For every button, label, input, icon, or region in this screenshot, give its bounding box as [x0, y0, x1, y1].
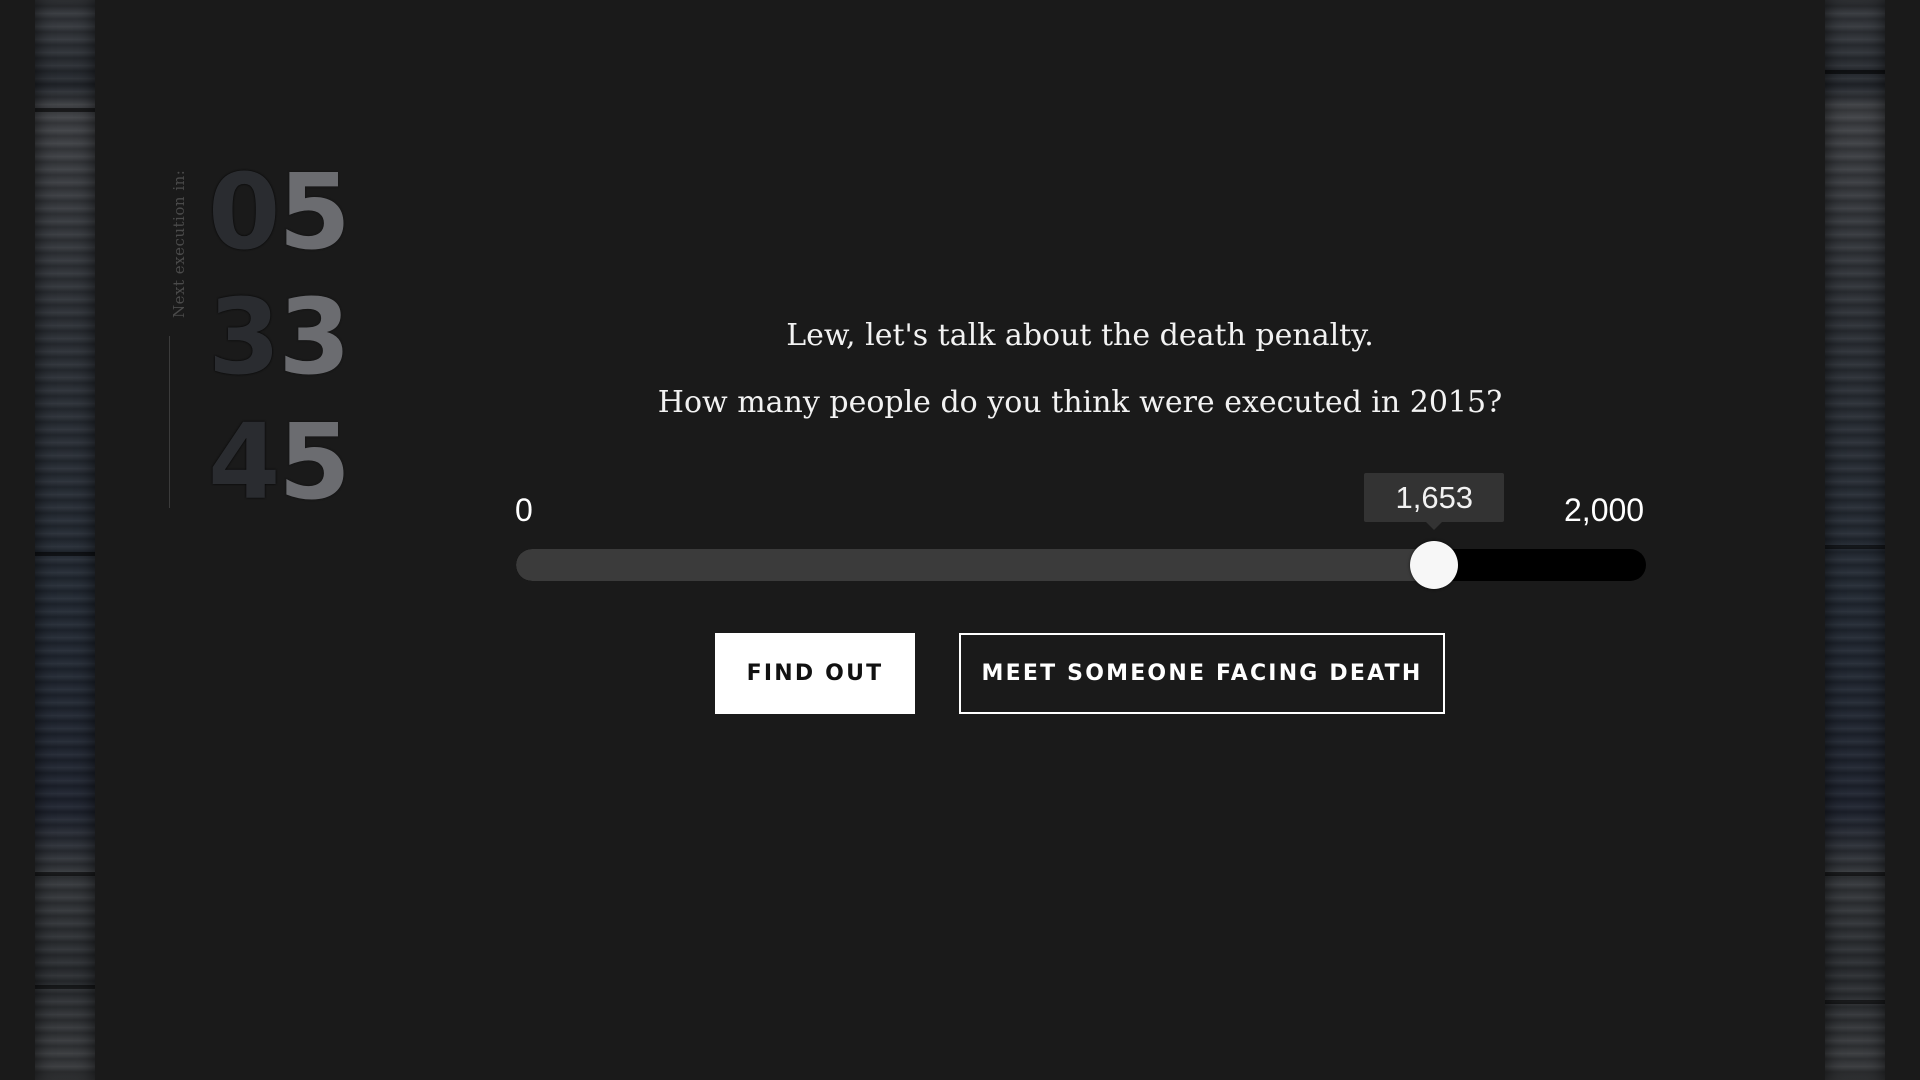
countdown-seconds: 45 [208, 400, 351, 525]
stone-strip-right [1825, 0, 1885, 1080]
meet-someone-facing-death-button[interactable]: MEET SOMEONE FACING DEATH [959, 633, 1445, 714]
estimate-slider-fill [516, 549, 1435, 581]
countdown-divider [169, 336, 170, 508]
estimate-slider-handle[interactable] [1410, 541, 1459, 589]
slider-min-label: 0 [515, 492, 533, 528]
countdown-digit: 3 [208, 276, 280, 398]
countdown-digit: 3 [278, 276, 350, 398]
question-text: How many people do you think were execut… [657, 385, 1503, 420]
slider-value-tooltip: 1,653 [1364, 473, 1505, 530]
slider-max-label: 2,000 [1564, 492, 1645, 528]
greeting-text: Lew, let's talk about the death penalty. [786, 318, 1374, 353]
find-out-button[interactable]: FIND OUT [715, 633, 915, 714]
countdown-hours: 05 [208, 150, 351, 275]
countdown-label: Next execution in: [170, 169, 188, 318]
countdown-digit: 0 [208, 151, 280, 273]
estimate-slider-track[interactable] [516, 549, 1646, 581]
stone-strip-left [35, 0, 95, 1080]
countdown-digit: 5 [278, 151, 350, 273]
countdown-digit: 4 [208, 401, 280, 523]
countdown-minutes: 33 [208, 275, 351, 400]
countdown-digit: 5 [278, 401, 350, 523]
countdown-timer: 05 33 45 [208, 150, 351, 525]
